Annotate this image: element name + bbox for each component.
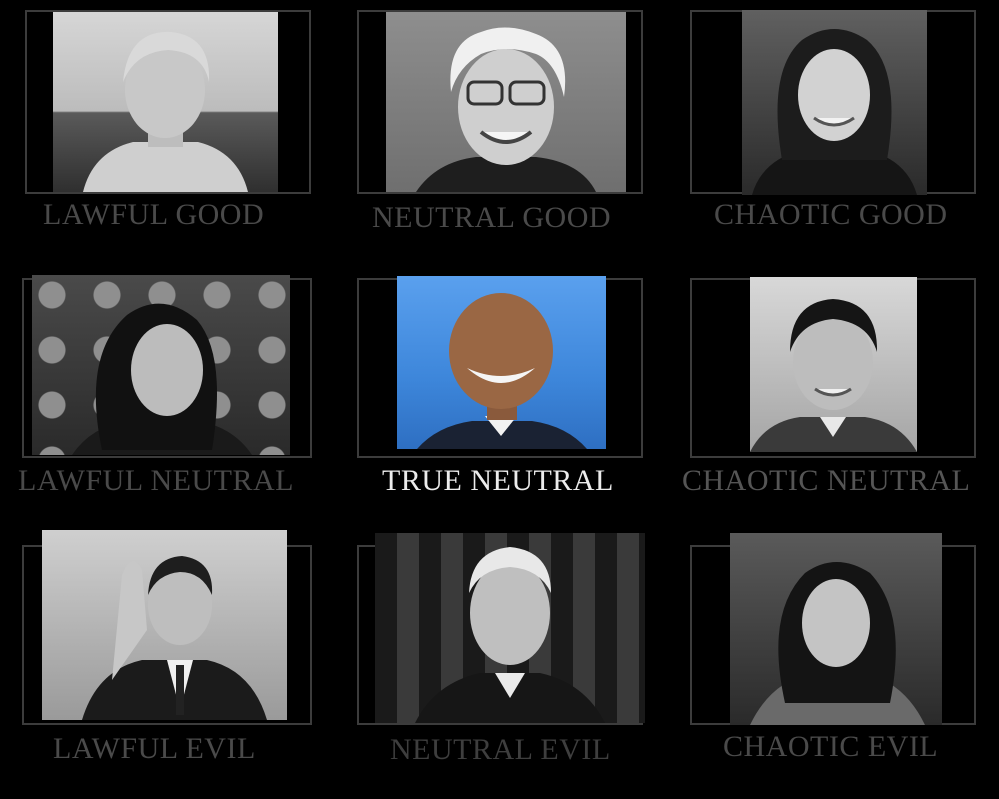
alignment-label: CHAOTIC EVIL	[723, 730, 939, 763]
portrait-photo	[32, 275, 290, 455]
portrait-figure-icon	[750, 299, 917, 452]
portrait-photo	[742, 10, 927, 195]
portrait-photo	[375, 533, 645, 723]
alignment-label: NEUTRAL GOOD	[372, 201, 612, 234]
portrait-figure-icon	[416, 27, 596, 192]
alignment-label: LAWFUL GOOD	[43, 198, 265, 231]
alignment-label: NEUTRAL EVIL	[390, 733, 611, 766]
portrait-figure-icon	[415, 547, 605, 723]
portrait-figure-icon	[83, 31, 248, 192]
portrait-figure-icon	[752, 29, 917, 195]
portrait-photo	[53, 12, 278, 192]
portrait-photo	[386, 12, 626, 192]
alignment-label: LAWFUL EVIL	[53, 732, 256, 765]
portrait-photo	[750, 277, 917, 452]
alignment-label: CHAOTIC NEUTRAL	[682, 464, 971, 497]
portrait-figure-icon	[82, 556, 267, 720]
alignment-label: CHAOTIC GOOD	[714, 198, 948, 231]
portrait-figure-icon	[417, 293, 587, 449]
alignment-label: LAWFUL NEUTRAL	[18, 464, 294, 497]
portrait-figure-icon	[72, 303, 252, 455]
portrait-photo	[42, 530, 287, 720]
portrait-figure-icon	[750, 562, 925, 725]
portrait-photo	[730, 533, 942, 725]
portrait-photo-color	[397, 276, 606, 449]
alignment-label: TRUE NEUTRAL	[382, 464, 614, 497]
